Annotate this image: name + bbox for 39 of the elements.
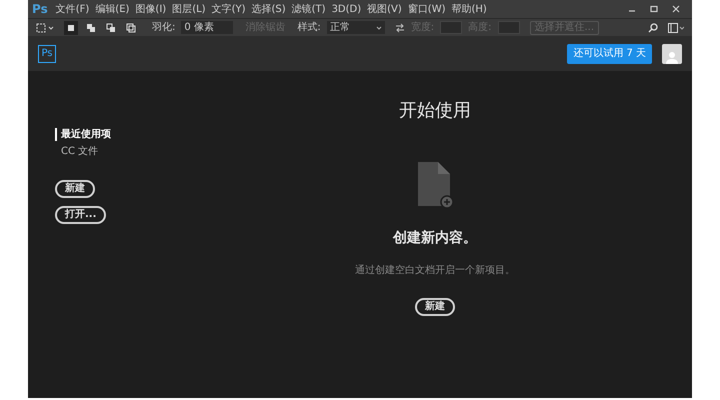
menu-item[interactable]: 图层(L) xyxy=(172,2,206,16)
menu-item[interactable]: 选择(S) xyxy=(251,2,286,16)
search-icon[interactable] xyxy=(648,22,658,32)
close-icon[interactable] xyxy=(672,5,680,13)
feather-field[interactable]: 0 像素 xyxy=(181,21,234,34)
app-logo: Ps xyxy=(38,44,56,62)
swap-icon[interactable] xyxy=(394,22,405,32)
menu-item[interactable]: 图像(I) xyxy=(135,2,166,16)
menu-item[interactable]: 视图(V) xyxy=(367,2,402,16)
selection-mode-icon[interactable] xyxy=(104,20,118,34)
app-logo: Ps xyxy=(32,1,48,18)
field-label: 羽化: xyxy=(152,21,176,35)
menu-item[interactable]: 窗口(W) xyxy=(408,2,446,16)
caret-icon xyxy=(376,24,382,30)
menu-item[interactable]: 3D(D) xyxy=(332,2,362,16)
sidebar-button[interactable]: 打开... xyxy=(55,206,106,224)
sidebar-button[interactable]: 新建 xyxy=(55,180,95,198)
menu-item[interactable]: 文件(F) xyxy=(56,2,90,16)
new-button[interactable]: 新建 xyxy=(415,298,455,316)
dimension-field[interactable] xyxy=(498,21,520,34)
menu-item[interactable]: 滤镜(T) xyxy=(292,2,326,16)
maximize-icon[interactable] xyxy=(650,5,658,13)
sidebar-item[interactable]: CC 文件 xyxy=(55,145,178,158)
avatar-icon[interactable] xyxy=(662,44,682,64)
marquee-tool-icon[interactable] xyxy=(36,22,54,32)
menu-item[interactable]: 帮助(H) xyxy=(452,2,487,16)
new-document-icon xyxy=(416,160,454,210)
style-dropdown[interactable]: 正常 xyxy=(326,21,385,34)
workspace-icon[interactable] xyxy=(668,22,684,32)
field-label: 样式: xyxy=(297,20,321,35)
description-text: 通过创建空白文档开启一个新项目。 xyxy=(355,264,515,278)
section-heading: 创建新内容。 xyxy=(393,228,477,248)
dimension-field[interactable] xyxy=(440,21,462,34)
selection-mode-icon[interactable] xyxy=(124,20,138,34)
sidebar-item[interactable]: 最近使用项 xyxy=(55,128,178,141)
page-title: 开始使用 xyxy=(398,99,471,123)
menu-item[interactable]: 文字(Y) xyxy=(212,2,246,16)
selection-mode-icon[interactable] xyxy=(64,20,78,34)
menu-item[interactable]: 编辑(E) xyxy=(95,2,130,16)
